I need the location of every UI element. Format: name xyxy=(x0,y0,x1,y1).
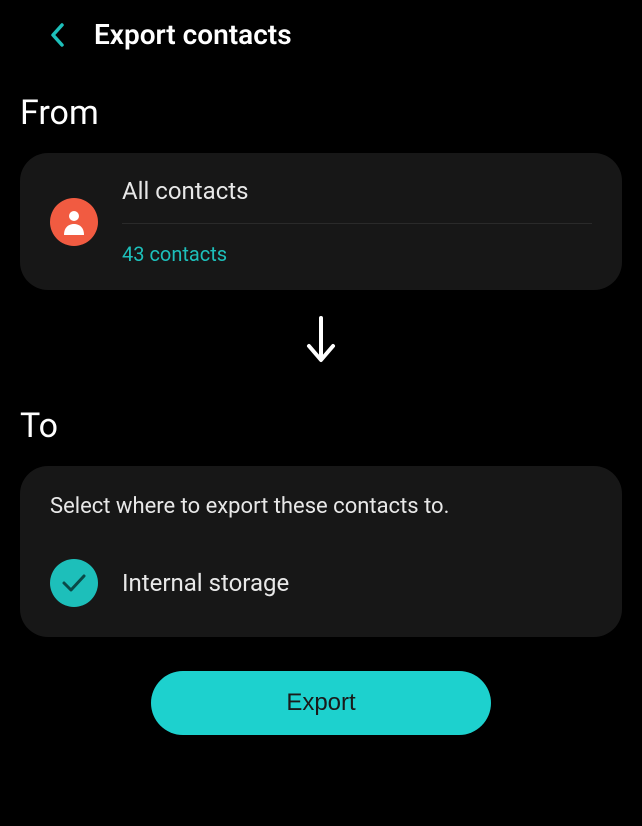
from-section-label: From xyxy=(0,69,642,153)
check-icon xyxy=(50,559,98,607)
back-icon[interactable] xyxy=(48,21,66,49)
arrow-down-icon xyxy=(301,314,341,370)
storage-option-label: Internal storage xyxy=(122,569,289,597)
from-card[interactable]: All contacts 43 contacts xyxy=(20,153,622,290)
contact-count: 43 contacts xyxy=(122,242,592,266)
export-button[interactable]: Export xyxy=(151,671,491,735)
page-title: Export contacts xyxy=(94,18,292,51)
to-instruction: Select where to export these contacts to… xyxy=(50,494,592,519)
contacts-avatar-icon xyxy=(50,198,98,246)
to-section-label: To xyxy=(0,382,642,466)
storage-option[interactable]: Internal storage xyxy=(50,559,592,607)
divider xyxy=(122,223,592,224)
from-source-label: All contacts xyxy=(122,177,592,223)
to-card: Select where to export these contacts to… xyxy=(20,466,622,637)
